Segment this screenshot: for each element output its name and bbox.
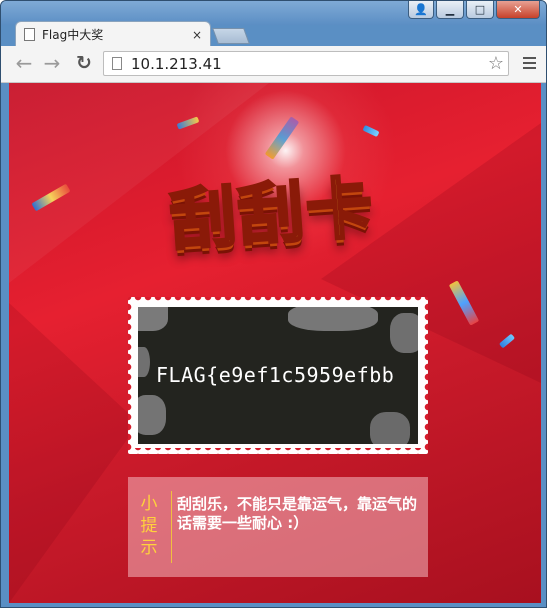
- scratch-residue: [138, 347, 150, 377]
- tip-label: 小提示: [140, 494, 158, 558]
- back-arrow-icon[interactable]: ←: [13, 51, 35, 75]
- bookmark-star-icon[interactable]: ☆: [488, 53, 504, 74]
- window-controls: 👤 ▁ □ ✕: [408, 1, 540, 19]
- close-window-button[interactable]: ✕: [496, 1, 540, 19]
- address-text[interactable]: 10.1.213.41: [131, 55, 488, 73]
- browser-tab[interactable]: Flag中大奖 ×: [15, 21, 211, 47]
- scratch-residue: [288, 307, 378, 331]
- menu-icon[interactable]: [523, 57, 536, 72]
- page-title: 刮刮卡: [166, 167, 378, 261]
- confetti-decoration: [264, 116, 300, 160]
- flag-text: FLAG{e9ef1c5959efbb: [156, 363, 395, 387]
- tip-box: 小提示 刮刮乐，不能只是靠运气，靠运气的话需要一些耐心 :）: [128, 477, 428, 577]
- scratch-residue: [390, 313, 418, 353]
- scratch-residue: [370, 412, 410, 444]
- scratch-residue: [138, 395, 166, 435]
- address-bar[interactable]: 10.1.213.41 ☆: [103, 51, 509, 76]
- maximize-button[interactable]: □: [466, 1, 494, 19]
- scratch-card-frame: FLAG{e9ef1c5959efbb: [128, 297, 428, 454]
- page-icon: [112, 57, 122, 70]
- background-shard: [9, 303, 139, 603]
- scratch-area[interactable]: FLAG{e9ef1c5959efbb: [138, 307, 418, 444]
- minimize-button[interactable]: ▁: [436, 1, 464, 19]
- browser-window: 👤 ▁ □ ✕ Flag中大奖 × ← → ↻ 10.1.213.41 ☆ 刮刮…: [0, 0, 547, 608]
- tip-divider: [171, 491, 172, 563]
- tip-text: 刮刮乐，不能只是靠运气，靠运气的话需要一些耐心 :）: [177, 495, 418, 532]
- scratch-residue: [138, 307, 168, 331]
- scratch-card-border: FLAG{e9ef1c5959efbb: [134, 303, 422, 448]
- page-icon: [24, 28, 35, 41]
- tab-title: Flag中大奖: [42, 28, 104, 42]
- browser-toolbar: ← → ↻ 10.1.213.41 ☆: [1, 46, 546, 83]
- reload-icon[interactable]: ↻: [73, 52, 95, 74]
- page-content: 刮刮卡 FLAG{e9ef1c5959efbb 小提示 刮刮乐，不能只是靠运气，…: [9, 83, 541, 603]
- user-icon[interactable]: 👤: [408, 1, 434, 19]
- new-tab-button[interactable]: [212, 28, 250, 44]
- tab-close-icon[interactable]: ×: [192, 28, 202, 42]
- forward-arrow-icon[interactable]: →: [41, 51, 63, 75]
- confetti-decoration: [362, 124, 380, 138]
